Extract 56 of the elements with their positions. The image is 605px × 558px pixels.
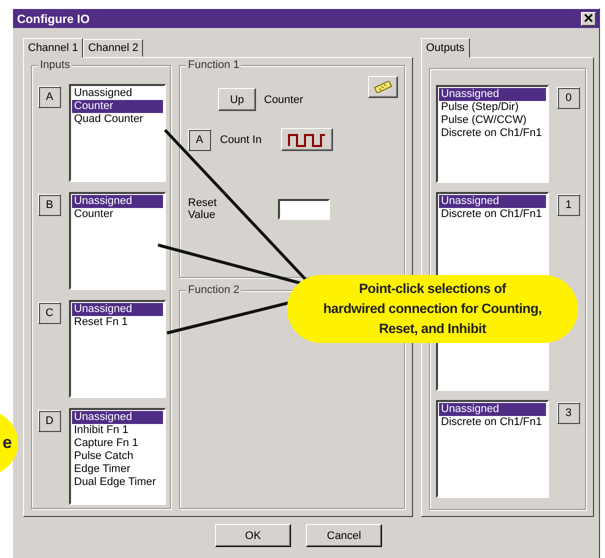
reset-value-label: Reset Value xyxy=(188,197,218,221)
direction-button[interactable]: Up xyxy=(218,88,256,111)
list-item[interactable]: Reset Fn 1 xyxy=(72,316,163,329)
input-button[interactable]: D xyxy=(38,410,61,432)
close-icon xyxy=(584,14,593,22)
ruler-icon xyxy=(373,81,393,93)
input-button[interactable]: C xyxy=(38,302,61,324)
mode-label: Counter xyxy=(264,94,304,106)
list-item[interactable]: Pulse (Step/Dir) xyxy=(439,101,546,114)
group-title: Inputs xyxy=(38,59,72,71)
list-item[interactable]: Quad Counter xyxy=(72,113,163,126)
list-item[interactable]: Capture Fn 1 xyxy=(72,437,163,450)
input-button[interactable]: A xyxy=(38,86,61,108)
list-item[interactable]: Discrete on Ch1/Fn1 xyxy=(439,127,546,140)
input-button[interactable]: B xyxy=(38,194,61,216)
list-box[interactable]: Unassigned Counter xyxy=(69,192,166,290)
count-in-label: Count In xyxy=(220,134,263,146)
list-box[interactable]: Unassigned Inhibit Fn 1 Capture Fn 1 Pulse Catch Edge Timer Dual Edge Timer xyxy=(69,408,166,505)
list-item[interactable]: Counter xyxy=(72,100,163,113)
callout-tooltip: Point-click selections of hardwired connection for Counting, Reset, and Inhibit xyxy=(287,275,578,343)
list-item[interactable]: Unassigned xyxy=(72,195,163,208)
tab[interactable]: Channel 2 xyxy=(83,39,144,57)
list-item[interactable]: Unassigned xyxy=(72,303,163,316)
list-item[interactable]: Counter xyxy=(72,208,163,221)
pulse-wave-icon xyxy=(288,132,326,146)
tab[interactable]: Channel 1 xyxy=(23,38,84,58)
list-box[interactable]: Unassigned Counter Quad Counter xyxy=(69,84,166,182)
dialog-button[interactable]: OK xyxy=(215,524,291,547)
close-button[interactable] xyxy=(581,12,596,26)
signal-button[interactable] xyxy=(281,128,333,151)
group-title: Function 1 xyxy=(186,59,242,71)
list-item[interactable]: Inhibit Fn 1 xyxy=(72,424,163,437)
output-button[interactable]: 3 xyxy=(557,402,580,424)
list-item[interactable]: Pulse Catch xyxy=(72,450,163,463)
window-title: Configure IO xyxy=(17,12,90,26)
list-item[interactable]: Discrete on Ch1/Fn1 xyxy=(439,208,546,221)
list-item[interactable]: Edge Timer xyxy=(72,463,163,476)
list-item[interactable]: Unassigned xyxy=(439,195,546,208)
list-box[interactable]: Unassigned Pulse (Step/Dir) Pulse (CW/CCW) Discrete on Ch1/Fn1 xyxy=(436,85,549,183)
ruler-button[interactable] xyxy=(368,76,398,98)
list-box[interactable]: Unassigned Reset Fn 1 xyxy=(69,300,166,398)
input-button[interactable]: A xyxy=(188,128,211,150)
list-item[interactable]: Unassigned xyxy=(439,88,546,101)
list-item[interactable]: Unassigned xyxy=(439,403,546,416)
tab[interactable]: Outputs xyxy=(421,38,470,58)
group-title: Function 2 xyxy=(186,284,242,296)
output-button[interactable]: 1 xyxy=(557,194,580,216)
list-item[interactable]: Discrete on Ch1/Fn1 xyxy=(439,416,546,429)
list-item[interactable]: Dual Edge Timer xyxy=(72,476,163,489)
dialog-button[interactable]: Cancel xyxy=(306,524,382,547)
list-item[interactable]: Unassigned xyxy=(72,87,163,100)
list-box[interactable]: Unassigned Discrete on Ch1/Fn1 xyxy=(436,400,549,498)
reset-value-field[interactable] xyxy=(278,198,330,220)
output-button[interactable]: 0 xyxy=(557,87,580,109)
list-item[interactable]: Unassigned xyxy=(72,411,163,424)
list-item[interactable]: Pulse (CW/CCW) xyxy=(439,114,546,127)
